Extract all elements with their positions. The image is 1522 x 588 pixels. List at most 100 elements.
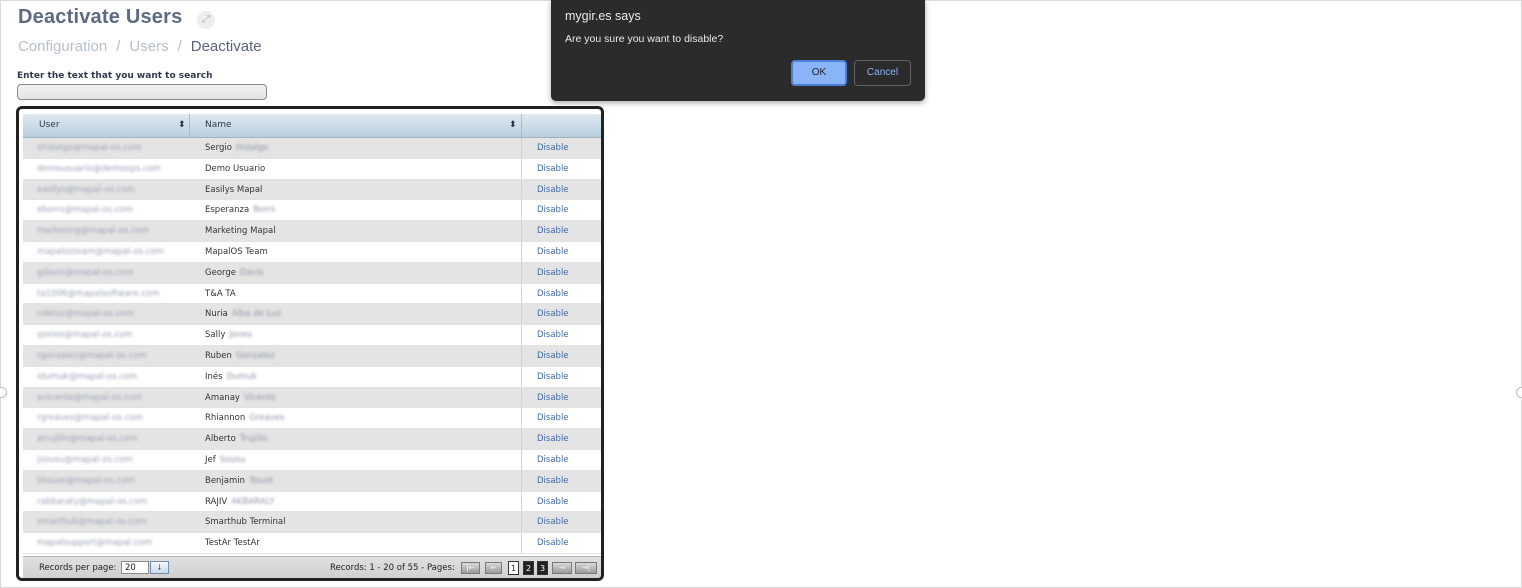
disable-link[interactable]: Disable <box>537 221 569 242</box>
page-1[interactable]: 1 <box>508 561 519 575</box>
column-divider <box>521 533 522 553</box>
right-edge-handle <box>1516 387 1522 398</box>
column-divider <box>521 158 522 179</box>
page-title: Deactivate Users <box>18 6 183 28</box>
cell-name: Nuria Alba de Luz <box>205 304 505 325</box>
disable-link[interactable]: Disable <box>537 533 569 554</box>
table-row: sjones@mapal-os.com Sally Jones Disable <box>23 325 601 346</box>
expand-icon[interactable]: ⤢ <box>197 11 215 29</box>
cell-user: mapalosteam@mapal-os.com <box>37 246 164 257</box>
cell-name: MapalOS Team <box>205 242 505 263</box>
sort-icon[interactable]: ⬍ <box>509 114 517 137</box>
cell-user: avicente@mapal-os.com <box>37 392 143 403</box>
disable-link[interactable]: Disable <box>537 492 569 513</box>
cell-name: George Davis <box>205 263 505 284</box>
disable-link[interactable]: Disable <box>537 304 569 325</box>
disable-link[interactable]: Disable <box>537 200 569 221</box>
cell-user: rgreaves@mapal-os.com <box>37 413 143 424</box>
name-first: TestAr TestAr <box>205 538 260 549</box>
column-divider <box>521 304 522 325</box>
breadcrumb-users[interactable]: Users <box>129 38 168 55</box>
name-last: Gonzalez <box>235 350 275 361</box>
name-last: AKBARALY <box>231 496 275 507</box>
name-last: Hidalgo <box>235 143 269 153</box>
column-divider <box>521 241 522 262</box>
disable-link[interactable]: Disable <box>537 284 569 305</box>
first-page-icon[interactable]: |← <box>461 562 480 574</box>
cell-user: atrujillo@mapal-os.com <box>37 434 138 445</box>
table-row: smarthub@mapal-os.com Smarthub Terminal Di… <box>23 512 601 534</box>
users-grid: User ⬍ Name ⬍ shidalgo@mapal-os.com Sergi… <box>16 106 604 581</box>
table-row: eborrs@mapal-os.com Esperanza Borrs Disable <box>23 200 601 222</box>
disable-link[interactable]: Disable <box>537 471 569 492</box>
cell-user: sjones@mapal-os.com <box>37 330 133 341</box>
cell-user: rgonzalez@mapal-os.com <box>37 350 147 361</box>
name-first: Jef <box>205 454 216 465</box>
disable-link[interactable]: Disable <box>537 159 569 180</box>
page-3[interactable]: 3 <box>537 561 548 575</box>
disable-link[interactable]: Disable <box>537 138 569 159</box>
cell-user: jsousu@mapal-os.com <box>37 454 133 465</box>
table-row: btouze@mapal-os.com Benjamin Touzé Disable <box>23 470 601 492</box>
records-per-page-select[interactable]: 20 <box>121 561 149 574</box>
cell-user: demousuario@demoops.com <box>37 163 162 174</box>
name-last: Trujillo <box>239 434 268 445</box>
grid-rows: shidalgo@mapal-os.com Sergio Hidalgo Disabl… <box>23 138 601 554</box>
column-divider <box>521 449 522 470</box>
last-page-icon[interactable]: →| <box>575 562 597 574</box>
table-row: mapalosteam@mapal-os.com MapalOS Team Disa… <box>23 241 601 263</box>
column-divider <box>521 200 522 221</box>
name-last: Greaves <box>249 413 285 424</box>
name-first: George <box>205 267 236 278</box>
disable-link[interactable]: Disable <box>537 180 569 201</box>
name-first: Ruben <box>205 350 232 361</box>
disable-link[interactable]: Disable <box>537 367 569 388</box>
column-divider <box>521 470 522 491</box>
breadcrumb-configuration[interactable]: Configuration <box>18 38 107 55</box>
column-header-user[interactable]: User <box>39 114 189 137</box>
next-page-icon[interactable]: → <box>552 562 572 574</box>
ok-button[interactable]: OK <box>791 60 847 86</box>
cell-name: TestAr TestAr <box>205 533 505 554</box>
name-last: Jones <box>229 330 253 341</box>
sort-icon[interactable]: ⬍ <box>178 114 186 137</box>
disable-link[interactable]: Disable <box>537 512 569 533</box>
table-row: rabbaraty@mapal-os.com RAJIV AKBARALY Disab… <box>23 491 601 513</box>
search-input[interactable] <box>17 84 267 100</box>
cell-user: ndeluz@mapal-os.com <box>37 309 134 320</box>
cell-name: Rhiannon Greaves <box>205 408 505 429</box>
disable-link[interactable]: Disable <box>537 346 569 367</box>
cell-name: Amanay Vicente <box>205 388 505 409</box>
disable-link[interactable]: Disable <box>537 450 569 471</box>
name-first: Nuria <box>205 309 228 320</box>
column-divider <box>189 114 190 137</box>
column-divider <box>521 221 522 241</box>
table-row: marketing@mapal-os.com Marketing Mapal Dis… <box>23 221 601 242</box>
table-row: demousuario@demoops.com Demo Usuario Disab… <box>23 158 601 180</box>
cell-name: T&A TA <box>205 284 505 305</box>
column-divider <box>521 179 522 200</box>
table-row: avicente@mapal-os.com Amanay Vicente Disabl… <box>23 387 601 409</box>
column-divider <box>521 345 522 366</box>
column-divider <box>521 512 522 533</box>
column-header-name[interactable]: Name <box>205 114 515 137</box>
disable-link[interactable]: Disable <box>537 242 569 263</box>
table-row: atrujillo@mapal-os.com Alberto Trujillo Dis… <box>23 429 601 450</box>
disable-link[interactable]: Disable <box>537 388 569 409</box>
column-divider <box>521 283 522 304</box>
disable-link[interactable]: Disable <box>537 263 569 284</box>
cell-name: Sergio Hidalgo <box>205 138 505 159</box>
prev-page-icon[interactable]: ← <box>485 562 502 574</box>
column-divider <box>521 138 522 158</box>
disable-link[interactable]: Disable <box>537 408 569 429</box>
page-2[interactable]: 2 <box>523 561 534 575</box>
disable-link[interactable]: Disable <box>537 429 569 450</box>
name-first: T&A TA <box>205 288 236 299</box>
arrow-down-icon[interactable]: 🠗 <box>150 561 169 574</box>
name-first: Demo Usuario <box>205 163 266 174</box>
table-row: easilys@mapal-os.com Easilys Mapal Disable <box>23 179 601 201</box>
disable-link[interactable]: Disable <box>537 325 569 346</box>
cancel-button[interactable]: Cancel <box>854 60 911 86</box>
column-divider <box>521 325 522 345</box>
table-row: jsousu@mapal-os.com Jef Sousu Disable <box>23 449 601 471</box>
